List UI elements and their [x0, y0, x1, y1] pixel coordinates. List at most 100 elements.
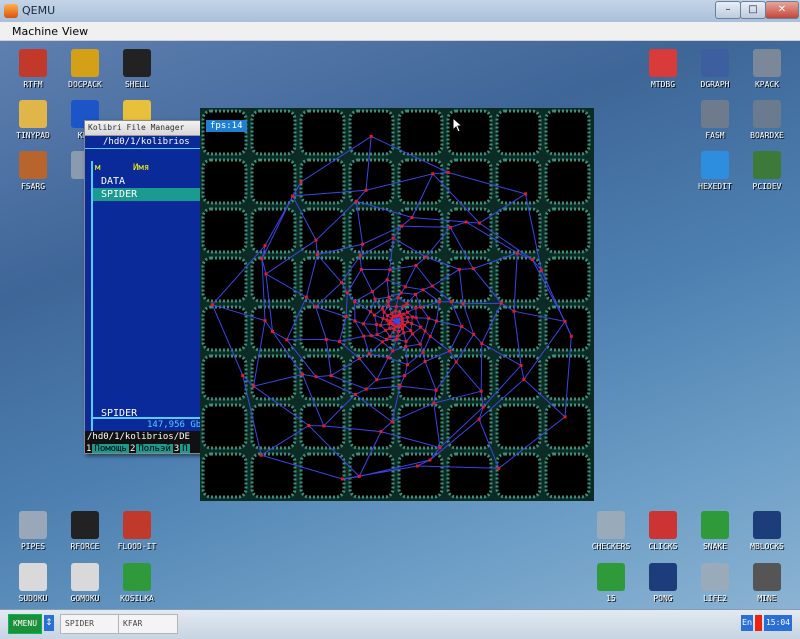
desktop-icon-hexedit[interactable]: HEXEDIT: [687, 151, 743, 201]
desktop-icon-label: FSARG: [20, 182, 46, 191]
desktop-icon-rtfm[interactable]: RTFM: [5, 49, 61, 99]
desktop-icon-label: PCIDEV: [752, 182, 782, 191]
background-tile: [495, 256, 542, 303]
desktop-icon-label: DGRAPH: [700, 80, 730, 89]
kfm-file-row-selected[interactable]: SPIDER: [93, 188, 209, 201]
background-tile: [397, 403, 444, 450]
spider-web-canvas: [201, 109, 591, 499]
kfm-path-top: /hd0/1/kolibrios: [85, 136, 209, 149]
fps-counter: fps:14: [206, 120, 247, 132]
desktop-icon-label: MBLOCKS: [750, 542, 784, 551]
desktop-icon-label: DOCPACK: [68, 80, 102, 89]
minimize-button[interactable]: –: [715, 1, 741, 19]
menu-view[interactable]: View: [62, 25, 88, 38]
taskbar: KMENU ↕ SPIDER KFAR En 15:04: [0, 609, 800, 639]
background-tile: [446, 207, 493, 254]
f1-key[interactable]: Помощь: [92, 444, 129, 453]
desktop-icon-snake[interactable]: SNAKE: [687, 511, 743, 561]
desktop-icon-fasm[interactable]: FASM: [687, 100, 743, 150]
close-button[interactable]: ✕: [765, 1, 799, 19]
task-spider[interactable]: SPIDER: [60, 614, 120, 634]
maximize-button[interactable]: □: [740, 1, 766, 19]
pong-icon: [649, 563, 677, 591]
desktop-icon-label: GOMOKU: [70, 594, 100, 603]
desktop-icon-15[interactable]: 15: [583, 563, 639, 609]
background-tile: [348, 354, 395, 401]
background-tile: [495, 354, 542, 401]
language-indicator[interactable]: En: [741, 615, 753, 631]
f3-key[interactable]: П: [180, 444, 190, 453]
kfm-col-name: Имя: [133, 163, 150, 173]
desktop-icon-kpack[interactable]: KPACK: [739, 49, 795, 99]
desktop-icon-rforce[interactable]: RFORCE: [57, 511, 113, 561]
desktop-icon-clicks[interactable]: CLICKS: [635, 511, 691, 561]
desktop-icon-pcidev[interactable]: PCIDEV: [739, 151, 795, 201]
background-tile: [544, 158, 591, 205]
desktop-icon-life2[interactable]: LIFE2: [687, 563, 743, 609]
desktop-icon-gomoku[interactable]: GOMOKU: [57, 563, 113, 609]
snake-icon: [701, 511, 729, 539]
desktop-icon-shell[interactable]: SHELL: [109, 49, 165, 99]
kfm-window[interactable]: Kolibri File Manager /hd0/1/kolibrios м …: [84, 120, 210, 454]
desktop-icon-label: BOARDXE: [750, 131, 784, 140]
qemu-icon: [4, 4, 18, 18]
disks-icon: [19, 151, 47, 179]
desktop-icon-flood-it[interactable]: FLOOD-IT: [109, 511, 165, 561]
window-titlebar: QEMU – □ ✕: [0, 0, 800, 23]
background-tile: [446, 305, 493, 352]
desktop-icon-mine[interactable]: MINE: [739, 563, 795, 609]
desktop-icon-fsarg[interactable]: FSARG: [5, 151, 61, 201]
board-icon: [753, 100, 781, 128]
menu-bar: Machine View: [0, 22, 800, 41]
checkers-icon: [597, 511, 625, 539]
mblocks-icon: [753, 511, 781, 539]
mouse-cursor-icon: [452, 117, 464, 133]
background-tile: [201, 158, 248, 205]
status-indicator: [755, 615, 762, 631]
gomoku-icon: [71, 563, 99, 591]
background-tile: [201, 403, 248, 450]
background-tile: [201, 207, 248, 254]
background-tile: [446, 403, 493, 450]
background-tile: [201, 109, 248, 156]
kfm-file-panel[interactable]: м Имя DATA SPIDER SPIDER: [91, 161, 209, 419]
background-tile: [544, 452, 591, 499]
pci-icon: [753, 151, 781, 179]
kfm-col-m: м: [95, 163, 101, 173]
desktop-icon-mblocks[interactable]: MBLOCKS: [739, 511, 795, 561]
desktop-icon-label: RFORCE: [70, 542, 100, 551]
background-tile: [544, 109, 591, 156]
package-icon: [753, 49, 781, 77]
desktop-icon-kosilka[interactable]: KOSILKA: [109, 563, 165, 609]
desktop-icon-label: MINE: [757, 594, 777, 603]
background-tile: [495, 158, 542, 205]
task-kfar[interactable]: KFAR: [118, 614, 178, 634]
desktop-icon-mtdbg[interactable]: MTDBG: [635, 49, 691, 99]
terminal-icon: [123, 49, 151, 77]
document-icon: [19, 49, 47, 77]
switch-button[interactable]: ↕: [44, 615, 54, 631]
kfm-file-row[interactable]: DATA: [93, 175, 209, 188]
menu-machine[interactable]: Machine: [12, 25, 58, 38]
spider-window[interactable]: fps:14: [200, 108, 594, 501]
desktop-icon-dgraph[interactable]: DGRAPH: [687, 49, 743, 99]
background-tile: [250, 305, 297, 352]
desktop-icon-tinypad[interactable]: TINYPAD: [5, 100, 61, 150]
f2-key[interactable]: Польэй: [136, 444, 173, 453]
desktop-icon-sudoku[interactable]: SUDOKU: [5, 563, 61, 609]
desktop-icon-checkers[interactable]: CHECKERS: [583, 511, 639, 561]
blocks-icon: [649, 511, 677, 539]
desktop-icon-label: RTFM: [23, 80, 43, 89]
desktop-icon-label: SNAKE: [702, 542, 728, 551]
background-tile: [495, 452, 542, 499]
desktop-icon-label: SHELL: [124, 80, 150, 89]
hexedit-icon: [701, 151, 729, 179]
desktop-icon-pipes[interactable]: PIPES: [5, 511, 61, 561]
desktop-icon-pong[interactable]: PONG: [635, 563, 691, 609]
desktop-icon-label: MTDBG: [650, 80, 676, 89]
desktop-icon-docpack[interactable]: DOCPACK: [57, 49, 113, 99]
start-menu-button[interactable]: KMENU: [8, 614, 42, 634]
desktop-icon-boardxe[interactable]: BOARDXE: [739, 100, 795, 150]
folder-icon: [71, 49, 99, 77]
background-tile: [495, 109, 542, 156]
